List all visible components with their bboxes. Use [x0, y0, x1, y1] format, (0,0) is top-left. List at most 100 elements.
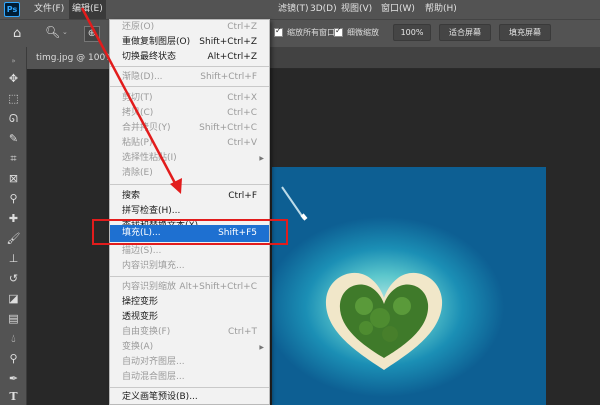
menu-item-shortcut: Ctrl+Z: [227, 22, 257, 32]
pen-tool-icon[interactable]: ✒: [4, 370, 23, 387]
menu-item-cut[interactable]: 剪切(T) Ctrl+X: [110, 91, 269, 106]
menu-item-label: 定义画笔预设(B)...: [122, 392, 198, 402]
history-brush-tool-icon[interactable]: ↺: [4, 270, 23, 287]
menu-item-paste-special[interactable]: 选择性粘贴(I) ▶: [110, 151, 269, 166]
scrubby-zoom-checkbox[interactable]: [334, 26, 343, 37]
menu-file[interactable]: 文件(F): [34, 0, 64, 19]
zoom-tool-icon[interactable]: 🔍︎: [45, 25, 60, 39]
menu-item-transform[interactable]: 变换(A) ▶: [110, 340, 269, 355]
photoshop-logo: Ps: [4, 2, 20, 17]
menu-item-label: 内容识别填充...: [122, 261, 185, 271]
menu-item-perspective-warp[interactable]: 透视变形: [110, 310, 269, 325]
menu-item-shortcut: Shift+Ctrl+F: [200, 72, 257, 82]
type-tool-icon[interactable]: T: [4, 388, 23, 405]
menu-item-label: 清除(E): [122, 168, 153, 178]
marquee-tool-icon[interactable]: ⬚: [4, 90, 23, 107]
eyedropper-tool-icon[interactable]: ⚲: [4, 190, 23, 207]
menu-view[interactable]: 视图(V): [341, 0, 372, 19]
menu-item-content-aware-fill[interactable]: 内容识别填充...: [110, 259, 269, 274]
document-tab[interactable]: timg.jpg @ 100%(R: [27, 47, 111, 69]
resize-all-windows-label: 缩放所有窗口: [287, 28, 335, 37]
zoom-in-icon[interactable]: ⊕: [84, 26, 100, 42]
menu-filter[interactable]: 滤镜(T): [278, 0, 309, 19]
menu-item-redo[interactable]: 重做复制图层(O) Shift+Ctrl+Z: [110, 35, 269, 50]
menu-item-undo[interactable]: 还原(O) Ctrl+Z: [110, 20, 269, 35]
menu-item-fade[interactable]: 渐隐(D)... Shift+Ctrl+F: [110, 70, 269, 85]
menu-item-label: 重做复制图层(O): [122, 37, 191, 47]
zoom-100-button[interactable]: 100%: [393, 24, 431, 41]
menu-item-label: 搜索: [122, 191, 141, 201]
scrubby-zoom-label: 细微缩放: [347, 28, 379, 37]
lasso-tool-icon[interactable]: ᘏ: [4, 110, 23, 127]
menu-item-shortcut: Ctrl+T: [227, 327, 257, 337]
menu-item-define-brush[interactable]: 定义画笔预设(B)...: [110, 390, 269, 405]
heart-island-image: [325, 272, 443, 370]
menu-item-label: 描边(S)...: [122, 246, 162, 256]
home-icon[interactable]: ⌂: [13, 26, 21, 41]
menu-item-content-aware-scale[interactable]: 内容识别缩放 Alt+Shift+Ctrl+C: [110, 280, 269, 295]
menu-item-label: 内容识别缩放: [122, 282, 177, 292]
tools-panel: » ✥ ⬚ ᘏ ✎ ⌗ ⊠ ⚲ ✚ 🖌︎ ⊥ ↺ ◪ ▤ 💧︎ ⚲ ✒ T: [0, 47, 27, 405]
menu-3d[interactable]: 3D(D): [310, 0, 337, 19]
menu-item-shortcut: Shift+Ctrl+C: [199, 123, 257, 133]
menu-item-shortcut: Ctrl+F: [228, 191, 257, 201]
menu-item-toggle-last-state[interactable]: 切换最终状态 Alt+Ctrl+Z: [110, 50, 269, 65]
quick-select-tool-icon[interactable]: ✎: [4, 130, 23, 147]
menu-item-clear[interactable]: 清除(E): [110, 166, 269, 181]
menu-item-copy[interactable]: 拷贝(C) Ctrl+C: [110, 106, 269, 121]
menu-item-label: 自动对齐图层...: [122, 357, 185, 367]
menu-separator: [110, 276, 269, 277]
menu-item-label: 粘贴(P): [122, 138, 153, 148]
dodge-tool-icon[interactable]: ⚲: [4, 350, 23, 367]
menu-help[interactable]: 帮助(H): [425, 0, 457, 19]
menu-item-shortcut: Ctrl+V: [227, 138, 257, 148]
menu-item-label: 切换最终状态: [122, 52, 177, 62]
annotation-highlight-box: [92, 219, 288, 245]
menu-edit[interactable]: 编辑(E): [69, 0, 106, 19]
chevron-down-icon[interactable]: ⌄: [62, 28, 68, 36]
menu-item-spell-check[interactable]: 拼写检查(H)...: [110, 204, 269, 219]
menu-item-label: 拼写检查(H)...: [122, 206, 181, 216]
menu-item-label: 还原(O): [122, 22, 155, 32]
menu-item-label: 变换(A): [122, 342, 154, 352]
menu-separator: [110, 387, 269, 388]
menu-item-label: 自动混合图层...: [122, 372, 185, 382]
boat-image: [281, 186, 308, 221]
crop-tool-icon[interactable]: ⌗: [4, 150, 23, 167]
menu-item-shortcut: Ctrl+C: [227, 108, 257, 118]
submenu-arrow-icon: ▶: [259, 344, 264, 351]
clone-stamp-tool-icon[interactable]: ⊥: [4, 250, 23, 267]
menu-item-label: 拷贝(C): [122, 108, 154, 118]
blur-tool-icon[interactable]: 💧︎: [4, 330, 23, 347]
gradient-tool-icon[interactable]: ▤: [4, 310, 23, 327]
brush-tool-icon[interactable]: 🖌︎: [4, 230, 23, 247]
submenu-arrow-icon: ▶: [259, 155, 264, 162]
menu-item-free-transform[interactable]: 自由变换(F) Ctrl+T: [110, 325, 269, 340]
resize-all-windows-checkbox[interactable]: [274, 26, 283, 37]
edit-menu-dropdown: 还原(O) Ctrl+Z 重做复制图层(O) Shift+Ctrl+Z 切换最终状态…: [109, 19, 270, 405]
menu-item-label: 选择性粘贴(I): [122, 153, 177, 163]
menu-window[interactable]: 窗口(W): [381, 0, 415, 19]
menu-item-shortcut: Alt+Shift+Ctrl+C: [179, 282, 257, 292]
menu-item-auto-blend[interactable]: 自动混合图层...: [110, 370, 269, 385]
frame-tool-icon[interactable]: ⊠: [4, 170, 23, 187]
menu-bar: Ps 文件(F) 编辑(E) 滤镜(T) 3D(D) 视图(V) 窗口(W) 帮…: [0, 0, 600, 19]
collapse-icon[interactable]: »: [4, 53, 23, 70]
menu-separator: [110, 86, 269, 87]
menu-item-puppet-warp[interactable]: 操控变形: [110, 295, 269, 310]
menu-item-stroke[interactable]: 描边(S)...: [110, 244, 269, 259]
menu-item-paste[interactable]: 粘贴(P) Ctrl+V: [110, 136, 269, 151]
menu-item-shortcut: Alt+Ctrl+Z: [207, 52, 257, 62]
fit-screen-button[interactable]: 适合屏幕: [439, 24, 491, 41]
healing-brush-tool-icon[interactable]: ✚: [4, 210, 23, 227]
canvas-image[interactable]: [272, 167, 546, 405]
fill-screen-button[interactable]: 填充屏幕: [499, 24, 551, 41]
menu-item-copy-merged[interactable]: 合并拷贝(Y) Shift+Ctrl+C: [110, 121, 269, 136]
menu-item-label: 剪切(T): [122, 93, 153, 103]
menu-item-auto-align[interactable]: 自动对齐图层...: [110, 355, 269, 370]
menu-item-label: 透视变形: [122, 312, 159, 322]
menu-item-search[interactable]: 搜索 Ctrl+F: [110, 189, 269, 204]
move-tool-icon[interactable]: ✥: [4, 70, 23, 87]
eraser-tool-icon[interactable]: ◪: [4, 290, 23, 307]
menu-item-label: 渐隐(D)...: [122, 72, 163, 82]
